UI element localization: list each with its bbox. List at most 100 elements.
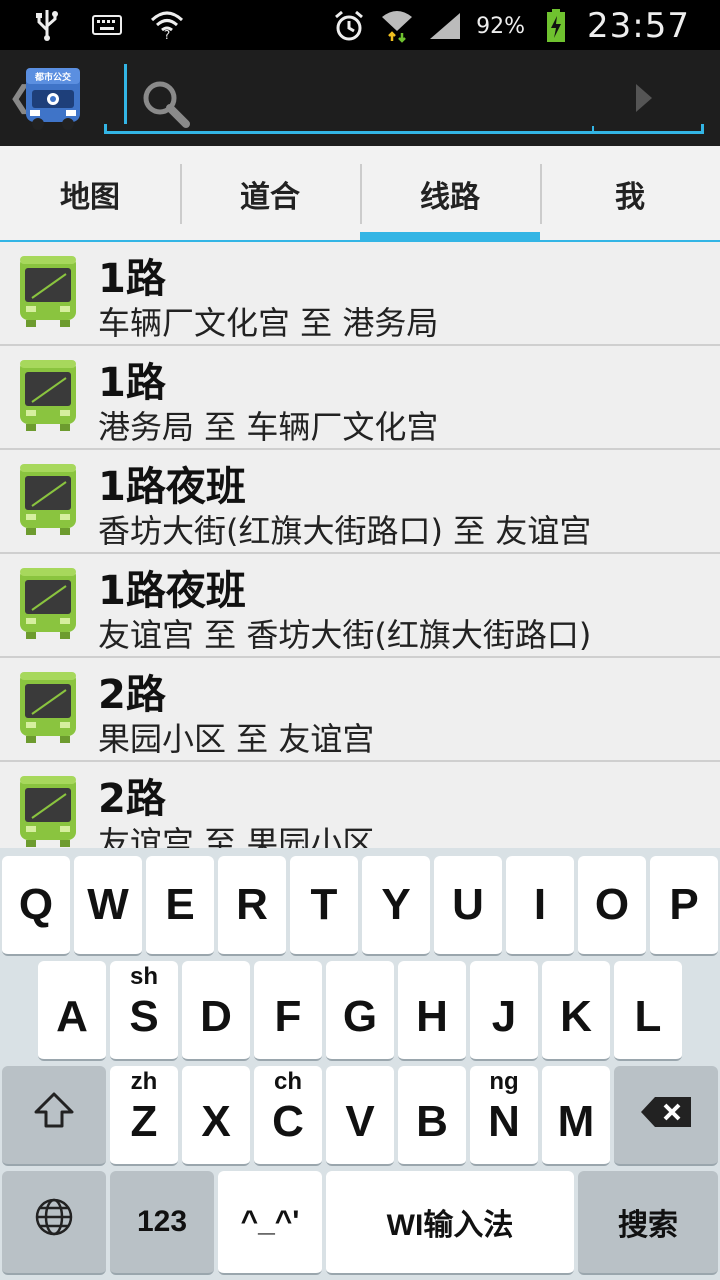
emoticon-key[interactable]: ^_^' (218, 1171, 322, 1275)
tab-map[interactable]: 地图 (0, 146, 180, 242)
key-y[interactable]: Y (362, 856, 430, 956)
key-g[interactable]: G (326, 961, 394, 1061)
key-hint: ng (489, 1068, 519, 1095)
route-row[interactable]: 1路夜班 香坊大街(红旗大街路口) 至 友谊宫 (0, 450, 720, 554)
key-letter: X (201, 1097, 231, 1146)
soft-keyboard: Q W E R T Y U I O P Ash S D F G H J K Lzh Z Xch C V Bng N M 123 ^_^… (0, 848, 720, 1280)
route-endpoints: 友谊宫 至 果园小区 (98, 824, 375, 848)
route-list[interactable]: 1路 车辆厂文化宫 至 港务局 1路 港务局 至 车辆厂文化宫 1路夜班 香坊大街(红旗大… (0, 242, 720, 848)
key-letter: F (274, 992, 302, 1041)
key-letter: M (557, 1097, 595, 1146)
key-letter: J (491, 992, 517, 1041)
key-hint: ch (273, 1068, 302, 1095)
key-p[interactable]: P (650, 856, 718, 956)
route-row[interactable]: 1路 港务局 至 车辆厂文化宫 (0, 346, 720, 450)
route-name: 1路 (98, 256, 166, 302)
route-name: 1路夜班 (98, 568, 246, 614)
key-d[interactable]: D (182, 961, 250, 1061)
route-name: 2路 (98, 776, 166, 822)
key-b[interactable]: B (398, 1066, 466, 1166)
wifi-icon (380, 9, 414, 43)
key-w[interactable]: W (74, 856, 142, 956)
key-k[interactable]: K (542, 961, 610, 1061)
bus-icon (18, 358, 78, 432)
app-logo[interactable]: 都市公交 (24, 66, 82, 132)
key-x[interactable]: X (182, 1066, 250, 1166)
key-u[interactable]: U (434, 856, 502, 956)
route-row[interactable]: 1路夜班 友谊宫 至 香坊大街(红旗大街路口) (0, 554, 720, 658)
route-name: 1路夜班 (98, 464, 246, 510)
key-letter: G (342, 992, 378, 1041)
tab-daohe[interactable]: 道合 (180, 146, 360, 242)
route-row[interactable]: 1路 车辆厂文化宫 至 港务局 (0, 242, 720, 346)
keyboard-icon (90, 8, 124, 42)
key-f[interactable]: F (254, 961, 322, 1061)
key-z[interactable]: zh Z (110, 1066, 178, 1166)
key-h[interactable]: H (398, 961, 466, 1061)
key-q[interactable]: Q (2, 856, 70, 956)
tab-bar: 地图 道合 线路 我 (0, 146, 720, 242)
tab-me[interactable]: 我 (540, 146, 720, 242)
key-o[interactable]: O (578, 856, 646, 956)
key-letter: B (416, 1097, 448, 1146)
key-v[interactable]: V (326, 1066, 394, 1166)
key-r[interactable]: R (218, 856, 286, 956)
key-hint: zh (130, 1068, 158, 1095)
text-cursor (124, 64, 127, 124)
key-letter: V (345, 1097, 375, 1146)
key-n[interactable]: ng N (470, 1066, 538, 1166)
route-endpoints: 港务局 至 车辆厂文化宫 (98, 408, 439, 446)
key-letter: C (272, 1097, 304, 1146)
language-key[interactable] (2, 1171, 106, 1275)
backspace-key[interactable] (614, 1066, 718, 1166)
key-letter: N (488, 1097, 520, 1146)
route-name: 1路 (98, 360, 166, 406)
tab-routes[interactable]: 线路 (360, 146, 540, 242)
battery-charging-icon (539, 9, 573, 43)
shift-key[interactable] (2, 1066, 106, 1166)
key-letter: D (200, 992, 232, 1041)
key-a[interactable]: A (38, 961, 106, 1061)
bus-icon (18, 670, 78, 744)
globe-icon (34, 1197, 74, 1248)
key-i[interactable]: I (506, 856, 574, 956)
route-endpoints: 车辆厂文化宫 至 港务局 (98, 304, 439, 342)
bus-icon (18, 566, 78, 640)
signal-icon (428, 9, 462, 43)
action-bar: ❮ 都市公交 (0, 50, 720, 146)
key-letter: Z (130, 1097, 158, 1146)
key-letter: L (634, 992, 662, 1041)
key-t[interactable]: T (290, 856, 358, 956)
route-name: 2路 (98, 672, 166, 718)
key-j[interactable]: J (470, 961, 538, 1061)
route-endpoints: 友谊宫 至 香坊大街(红旗大街路口) (98, 616, 592, 654)
status-bar: ? 92% 23:57 (0, 0, 720, 50)
bus-icon (18, 254, 78, 328)
wifi-question-icon: ? (150, 8, 184, 42)
battery-percent: 92% (476, 13, 526, 39)
clock: 23:57 (587, 6, 690, 46)
key-e[interactable]: E (146, 856, 214, 956)
key-letter: H (416, 992, 448, 1041)
route-row[interactable]: 2路 友谊宫 至 果园小区 (0, 762, 720, 848)
backspace-icon (639, 1090, 693, 1140)
key-letter: S (129, 992, 159, 1041)
play-arrow-icon[interactable] (634, 82, 654, 114)
svg-text:都市公交: 都市公交 (34, 71, 71, 83)
key-l[interactable]: L (614, 961, 682, 1061)
key-hint: sh (129, 963, 158, 990)
bus-icon (18, 462, 78, 536)
route-row[interactable]: 2路 果园小区 至 友谊宫 (0, 658, 720, 762)
search-key[interactable]: 搜索 (578, 1171, 718, 1275)
space-key[interactable]: WI输入法 (326, 1171, 574, 1275)
key-letter: K (560, 992, 592, 1041)
search-input[interactable] (134, 70, 614, 122)
numbers-key[interactable]: 123 (110, 1171, 214, 1275)
bus-icon (18, 774, 78, 848)
search-box[interactable] (104, 64, 704, 134)
key-c[interactable]: ch C (254, 1066, 322, 1166)
usb-icon (30, 8, 64, 42)
shift-icon (32, 1090, 76, 1141)
key-s[interactable]: sh S (110, 961, 178, 1061)
key-m[interactable]: M (542, 1066, 610, 1166)
